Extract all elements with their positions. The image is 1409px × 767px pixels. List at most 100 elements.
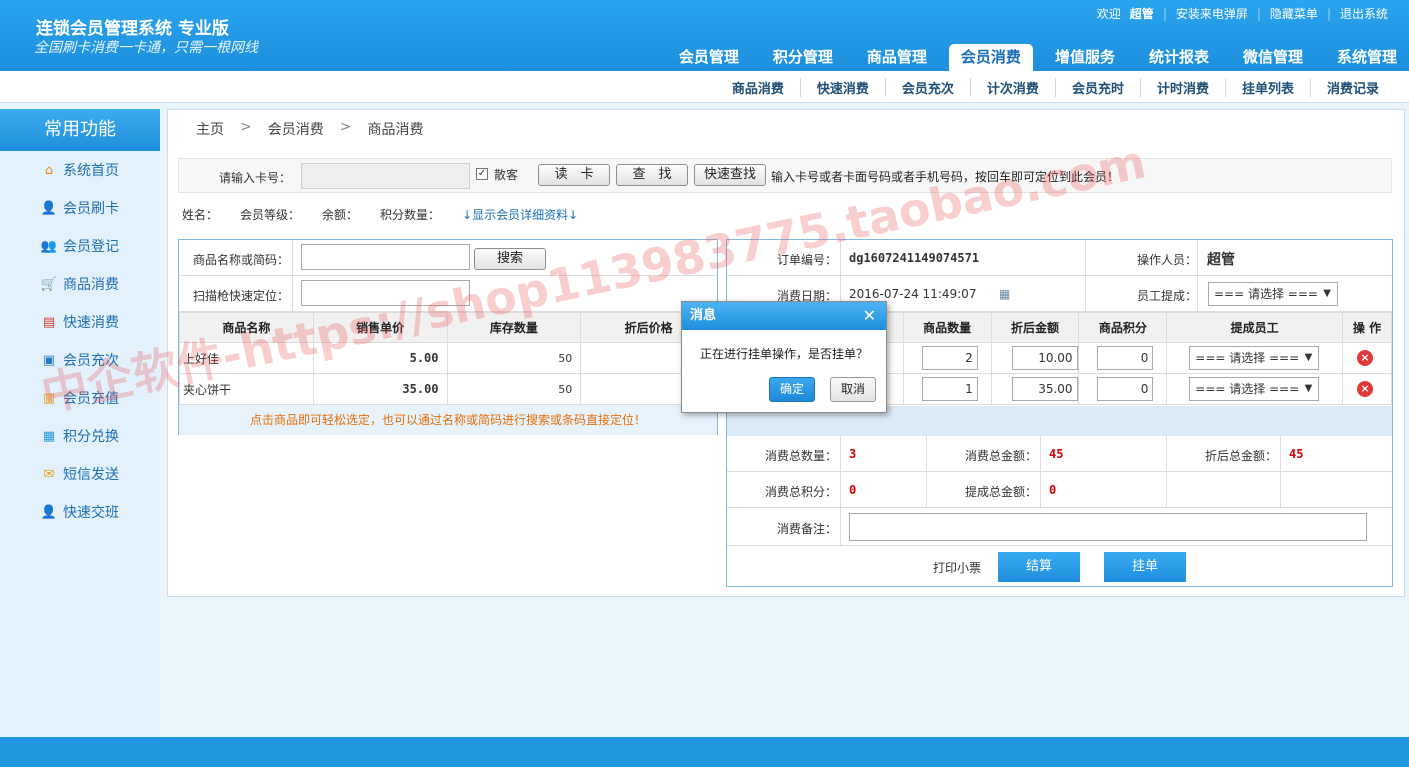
card-number-input[interactable] bbox=[301, 163, 470, 189]
chevron-right-icon: > bbox=[240, 119, 252, 135]
calendar-icon[interactable]: ▦ bbox=[999, 287, 1010, 301]
sidebar-item-quick-consumption[interactable]: ▤ 快速消费 bbox=[0, 303, 160, 341]
breadcrumb-home[interactable]: 主页 bbox=[196, 119, 224, 139]
app-header: 连锁会员管理系统 专业版 全国刷卡消费一卡通，只需一根网线 欢迎 超管 | 安装… bbox=[0, 0, 1409, 71]
amount-input[interactable]: 35.00 bbox=[1011, 377, 1078, 401]
sidebar-item-member-card[interactable]: 👤 会员刷卡 bbox=[0, 189, 160, 227]
qty-input[interactable]: 2 bbox=[921, 346, 978, 370]
sidebar-item-recharge[interactable]: ▥ 会员充值 bbox=[0, 379, 160, 417]
col-qty: 商品数量 bbox=[902, 312, 992, 343]
scan-input[interactable] bbox=[301, 280, 470, 306]
recharge-count-icon: ▣ bbox=[42, 352, 56, 368]
subnav-recharge-time[interactable]: 会员充时 bbox=[1054, 78, 1140, 97]
amount-input[interactable]: 10.00 bbox=[1011, 346, 1078, 370]
member-info: 姓名： 会员等级： 余额： 积分数量： ↓显示会员详细资料↓ bbox=[182, 206, 600, 223]
nav-member-management[interactable]: 会员管理 bbox=[667, 44, 751, 71]
chevron-down-icon: ▼ bbox=[1323, 288, 1331, 299]
sidebar-item-home[interactable]: ⌂ 系统首页 bbox=[0, 151, 160, 189]
subnav-timed-consumption[interactable]: 计时消费 bbox=[1139, 78, 1225, 97]
nav-member-consumption[interactable]: 会员消费 bbox=[948, 44, 1033, 71]
qty-input[interactable]: 1 bbox=[921, 377, 978, 401]
guest-label: 散客 bbox=[494, 168, 519, 182]
member-balance-label: 余额： bbox=[322, 208, 359, 222]
subnav-count-consumption[interactable]: 计次消费 bbox=[969, 78, 1055, 97]
message-dialog: 消息 ✕ 正在进行挂单操作，是否挂单？ 确定 取消 bbox=[681, 301, 887, 413]
cart-icon: 🛒 bbox=[40, 276, 58, 292]
card-label: 请输入卡号： bbox=[219, 171, 292, 185]
checkout-button[interactable]: 结算 bbox=[998, 552, 1080, 582]
search-button[interactable]: 搜索 bbox=[474, 248, 546, 270]
operator-label: 操作人员： bbox=[1137, 253, 1198, 267]
delete-icon[interactable]: × bbox=[1357, 381, 1373, 397]
total-points-label: 消费总积分： bbox=[765, 485, 838, 499]
shift-icon: 👤 bbox=[40, 504, 58, 520]
sidebar: 常用功能 ⌂ 系统首页 👤 会员刷卡 👥 会员登记 🛒 商品消费 ▤ 快速消费 ▣ 会员充次… bbox=[0, 109, 160, 737]
discount-total: 45 bbox=[1289, 447, 1304, 461]
col-points: 商品积分 bbox=[1078, 312, 1168, 343]
read-card-button[interactable]: 读 卡 bbox=[538, 164, 610, 186]
sidebar-item-points-exchange[interactable]: ▦ 积分兑换 bbox=[0, 417, 160, 455]
member-register-icon: 👥 bbox=[40, 238, 58, 254]
current-user: 超管 bbox=[1129, 7, 1154, 21]
chevron-down-icon: ▼ bbox=[1304, 383, 1313, 394]
total-qty: 3 bbox=[849, 447, 857, 461]
breadcrumb-consumption[interactable]: 会员消费 bbox=[268, 119, 324, 139]
staff-select[interactable]: === 请选择 === ▼ bbox=[1189, 377, 1320, 401]
staff-commission-label: 员工提成： bbox=[1137, 289, 1198, 303]
product-name-input[interactable] bbox=[301, 244, 470, 270]
delete-icon[interactable]: × bbox=[1357, 350, 1373, 366]
home-icon: ⌂ bbox=[44, 162, 54, 178]
subnav-quick-consumption[interactable]: 快速消费 bbox=[799, 78, 885, 97]
cancel-button[interactable]: 取消 bbox=[830, 377, 876, 402]
nav-value-added[interactable]: 增值服务 bbox=[1043, 44, 1127, 71]
nav-wechat[interactable]: 微信管理 bbox=[1231, 44, 1315, 71]
subnav-recharge-count[interactable]: 会员充次 bbox=[884, 78, 970, 97]
nav-product-management[interactable]: 商品管理 bbox=[855, 44, 939, 71]
chevron-down-icon: ▼ bbox=[1304, 352, 1313, 363]
sidebar-item-shift[interactable]: 👤 快速交班 bbox=[0, 493, 160, 531]
hide-menu-link[interactable]: 隐藏菜单 bbox=[1261, 5, 1327, 22]
confirm-button[interactable]: 确定 bbox=[769, 377, 815, 402]
points-input[interactable]: 0 bbox=[1097, 377, 1154, 401]
find-button[interactable]: 查 找 bbox=[616, 164, 688, 186]
remark-label: 消费备注： bbox=[777, 522, 838, 536]
staff-select[interactable]: === 请选择 === ▼ bbox=[1189, 346, 1320, 370]
subnav-consumption-records[interactable]: 消费记录 bbox=[1309, 78, 1395, 97]
hold-order-button[interactable]: 挂单 bbox=[1104, 552, 1186, 582]
footer-bar bbox=[0, 737, 1409, 767]
table-row[interactable]: 夹心饼干 35.00 50 bbox=[179, 373, 717, 405]
member-detail-link[interactable]: ↓显示会员详细资料↓ bbox=[462, 206, 578, 223]
sidebar-item-member-register[interactable]: 👥 会员登记 bbox=[0, 227, 160, 265]
guest-checkbox[interactable]: ✓ bbox=[476, 168, 488, 180]
staff-select[interactable]: === 请选择 === ▼ bbox=[1208, 282, 1338, 306]
sidebar-item-recharge-count[interactable]: ▣ 会员充次 bbox=[0, 341, 160, 379]
dialog-message: 正在进行挂单操作，是否挂单？ bbox=[700, 347, 869, 361]
nav-reports[interactable]: 统计报表 bbox=[1137, 44, 1221, 71]
logout-link[interactable]: 退出系统 bbox=[1331, 5, 1397, 22]
points-input[interactable]: 0 bbox=[1097, 346, 1154, 370]
sidebar-item-sms[interactable]: ✉ 短信发送 bbox=[0, 455, 160, 493]
commission-total: 0 bbox=[1049, 483, 1057, 497]
top-bar: 欢迎 超管 | 安装来电弹屏 | 隐藏菜单 | 退出系统 bbox=[1088, 5, 1397, 22]
subnav-hold-list[interactable]: 挂单列表 bbox=[1224, 78, 1310, 97]
remark-input[interactable] bbox=[849, 513, 1367, 541]
table-row[interactable]: 上好佳 5.00 50 bbox=[179, 342, 717, 374]
commission-label: 提成总金额： bbox=[965, 485, 1038, 499]
sub-nav: 商品消费 快速消费 会员充次 计次消费 会员充时 计时消费 挂单列表 消费记录 bbox=[0, 71, 1409, 103]
install-popup-link[interactable]: 安装来电弹屏 bbox=[1167, 5, 1257, 22]
recharge-icon: ▥ bbox=[42, 390, 56, 406]
nav-points-management[interactable]: 积分管理 bbox=[761, 44, 845, 71]
col-stock: 库存数量 bbox=[446, 312, 582, 343]
chart-icon: ▤ bbox=[42, 314, 56, 330]
product-panel: 商品名称或简码： 搜索 扫描枪快速定位： 商品名称 销售单价 库存数量 折后价格… bbox=[178, 239, 718, 435]
nav-system[interactable]: 系统管理 bbox=[1325, 44, 1409, 71]
subnav-product-consumption[interactable]: 商品消费 bbox=[716, 78, 800, 97]
col-amount: 折后金额 bbox=[990, 312, 1080, 343]
quick-find-button[interactable]: 快速查找 bbox=[694, 164, 766, 186]
close-icon[interactable]: ✕ bbox=[863, 302, 876, 330]
order-date[interactable]: 2016-07-24 11:49:07 bbox=[849, 287, 976, 301]
sidebar-item-product-consumption[interactable]: 🛒 商品消费 bbox=[0, 265, 160, 303]
print-receipt-label[interactable]: 打印小票 bbox=[933, 559, 981, 576]
total-points: 0 bbox=[849, 483, 857, 497]
total-qty-label: 消费总数量： bbox=[765, 449, 838, 463]
